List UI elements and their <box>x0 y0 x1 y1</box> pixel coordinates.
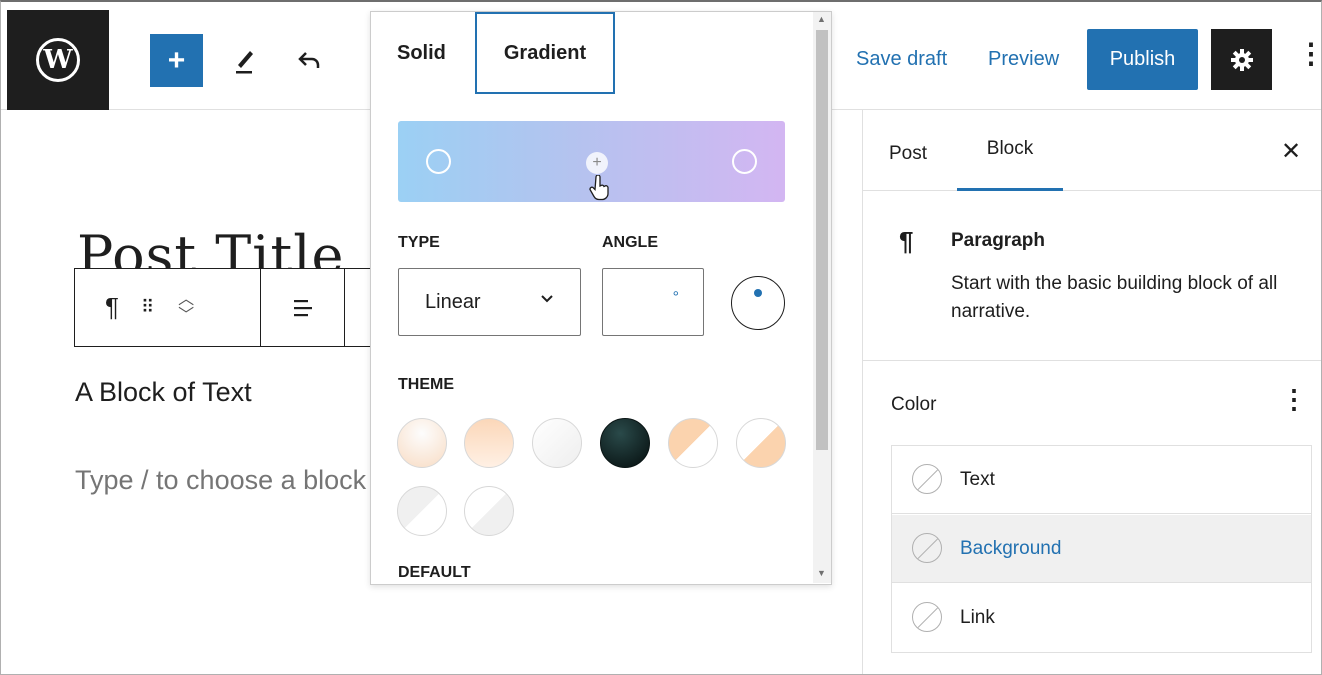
undo-icon[interactable] <box>287 38 331 82</box>
chevron-down-icon <box>540 291 554 309</box>
color-item-label: Link <box>960 607 995 628</box>
color-item-background[interactable]: Background <box>892 515 1311 583</box>
drag-handle-icon[interactable]: ⠿ <box>141 297 156 318</box>
options-menu-icon[interactable]: ⋮ <box>1297 40 1321 68</box>
theme-label: THEME <box>398 376 454 393</box>
swatch-1[interactable] <box>397 418 447 468</box>
color-item-label: Text <box>960 468 995 490</box>
scroll-up-icon[interactable]: ▲ <box>817 14 826 24</box>
no-color-icon <box>912 533 942 563</box>
settings-sidebar: Post Block ✕ ¶ Paragraph Start with the … <box>862 110 1321 674</box>
angle-unit: ° <box>672 289 679 306</box>
block-toolbar: ¶ ⠿ ︿ ﹀ <box>74 268 374 347</box>
close-icon[interactable]: ✕ <box>1281 137 1301 166</box>
swatch-4[interactable] <box>600 418 650 468</box>
wordpress-icon: W <box>36 38 80 82</box>
swatch-3[interactable] <box>532 418 582 468</box>
tab-post[interactable]: Post <box>889 143 927 165</box>
gradient-stop-end[interactable] <box>732 149 757 174</box>
paragraph-block[interactable]: A Block of Text <box>75 377 252 408</box>
editor-window: W + Save draft Preview Publish ⋮ <box>0 0 1322 675</box>
hand-cursor-icon <box>589 174 611 208</box>
settings-button[interactable] <box>1211 29 1272 90</box>
gradient-color-popover: Solid Gradient + TYPE ANGLE Linear ° THE… <box>370 11 832 585</box>
gear-icon <box>1230 48 1253 71</box>
align-group <box>261 269 345 346</box>
swatch-6[interactable] <box>736 418 786 468</box>
add-stop-icon[interactable]: + <box>586 152 608 174</box>
scroll-down-icon[interactable]: ▼ <box>817 568 826 578</box>
paragraph-icon[interactable]: ¶ <box>105 292 119 323</box>
swatch-2[interactable] <box>464 418 514 468</box>
no-color-icon <box>912 464 942 494</box>
block-description: Start with the basic building block of a… <box>951 273 1278 322</box>
angle-label: ANGLE <box>602 234 658 251</box>
angle-dial-indicator <box>754 289 762 297</box>
tab-block[interactable]: Block <box>957 110 1063 191</box>
block-toolbar-group: ¶ ⠿ ︿ ﹀ <box>75 269 261 346</box>
color-item-label: Background <box>960 537 1062 559</box>
type-label: TYPE <box>398 234 440 251</box>
move-block-icon[interactable]: ︿ ﹀ <box>178 291 194 324</box>
angle-input[interactable]: ° <box>602 268 704 336</box>
block-title: Paragraph <box>951 230 1045 251</box>
color-settings-list: Text Background Link <box>891 445 1312 653</box>
color-options-icon[interactable]: ⋮ <box>1281 386 1307 412</box>
preview-button[interactable]: Preview <box>988 48 1059 71</box>
swatch-5[interactable] <box>668 418 718 468</box>
gradient-type-select[interactable]: Linear <box>398 268 581 336</box>
popover-scrollbar[interactable]: ▲ ▼ <box>813 12 831 583</box>
divider <box>863 360 1321 361</box>
add-block-button[interactable]: + <box>150 34 203 87</box>
gradient-type-value: Linear <box>425 290 481 313</box>
save-draft-button[interactable]: Save draft <box>856 48 947 71</box>
tab-solid[interactable]: Solid <box>397 42 446 65</box>
pencil-icon[interactable] <box>223 38 267 82</box>
paragraph-block-icon: ¶ <box>899 226 914 256</box>
color-item-link[interactable]: Link <box>892 584 1311 652</box>
swatch-7[interactable] <box>397 486 447 536</box>
angle-dial[interactable] <box>731 276 785 330</box>
publish-button[interactable]: Publish <box>1087 29 1198 90</box>
sidebar-tabs: Post Block ✕ <box>863 110 1321 191</box>
color-panel-title: Color <box>891 394 937 415</box>
scroll-thumb[interactable] <box>816 30 828 450</box>
color-item-text[interactable]: Text <box>892 446 1311 514</box>
block-appender-placeholder[interactable]: Type / to choose a block <box>75 465 366 496</box>
default-label: DEFAULT <box>398 564 471 581</box>
wordpress-logo-button[interactable]: W <box>7 10 109 110</box>
no-color-icon <box>912 602 942 632</box>
swatch-8[interactable] <box>464 486 514 536</box>
tab-gradient[interactable]: Gradient <box>475 12 615 94</box>
align-left-icon[interactable] <box>291 297 315 319</box>
gradient-stop-start[interactable] <box>426 149 451 174</box>
